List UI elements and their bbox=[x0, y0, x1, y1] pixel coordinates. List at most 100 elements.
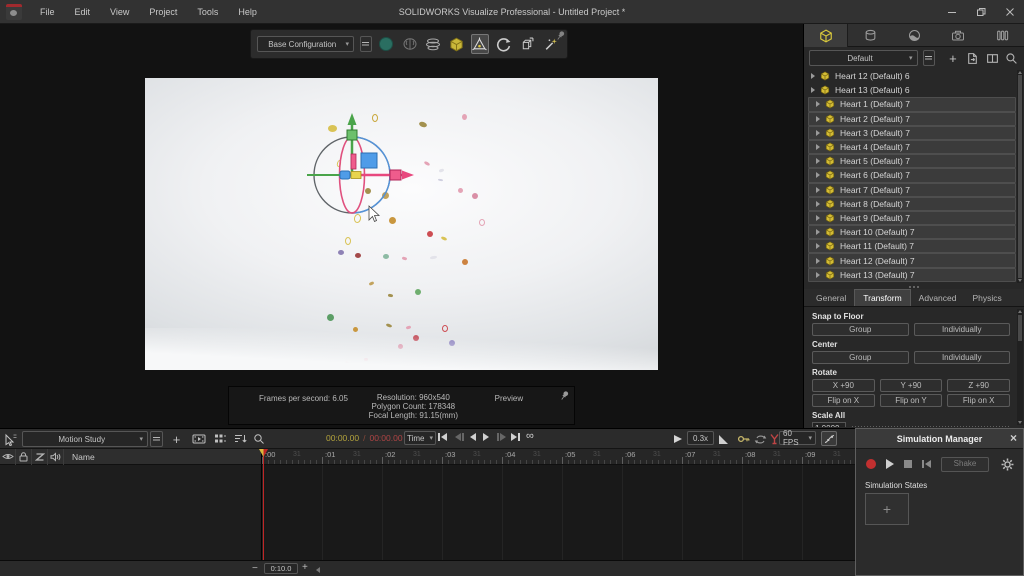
playhead[interactable] bbox=[263, 449, 264, 560]
model-tree-item[interactable]: Heart 13 (Default) 6 bbox=[804, 83, 1016, 97]
step-forward-button[interactable] bbox=[497, 433, 506, 441]
stop-simulation-button[interactable] bbox=[904, 460, 912, 468]
animation-curves-button[interactable] bbox=[821, 431, 837, 446]
motion-study-dropdown[interactable]: Motion Study ▾ bbox=[22, 431, 148, 447]
model-cube-icon[interactable] bbox=[448, 34, 465, 54]
sort-order-icon[interactable] bbox=[232, 431, 249, 447]
model-tree-item[interactable]: Heart 11 (Default) 7 bbox=[808, 239, 1016, 254]
model-tree-item[interactable]: Heart 13 (Default) 7 bbox=[808, 267, 1016, 282]
search-icon[interactable] bbox=[1004, 50, 1019, 66]
scale-slider[interactable] bbox=[852, 424, 1010, 427]
model-tree-item[interactable]: Heart 5 (Default) 7 bbox=[808, 154, 1016, 169]
configuration-menu-button[interactable] bbox=[359, 36, 372, 52]
tree-scrollbar[interactable] bbox=[1017, 70, 1023, 283]
add-simulation-state-button[interactable]: + bbox=[865, 493, 909, 525]
expand-caret-icon[interactable] bbox=[816, 144, 820, 151]
transform-button[interactable]: Individually bbox=[913, 351, 1010, 364]
cameras-tab-icon[interactable] bbox=[936, 24, 980, 47]
viewport-3d[interactable] bbox=[145, 78, 658, 370]
gizmo-z-handle[interactable] bbox=[350, 153, 357, 170]
record-button[interactable] bbox=[866, 459, 876, 469]
expand-caret-icon[interactable] bbox=[816, 172, 820, 179]
expand-caret-icon[interactable] bbox=[816, 243, 820, 250]
play-backward-button[interactable] bbox=[470, 433, 476, 441]
zoom-out-button[interactable]: − bbox=[252, 563, 258, 574]
reset-simulation-button[interactable] bbox=[922, 460, 931, 468]
expand-caret-icon[interactable] bbox=[816, 214, 820, 221]
gizmo-y-handle[interactable] bbox=[346, 129, 358, 141]
playback-range-icon[interactable] bbox=[674, 435, 682, 443]
step-back-button[interactable] bbox=[455, 433, 464, 441]
model-tree-item[interactable]: Heart 7 (Default) 7 bbox=[808, 182, 1016, 197]
keyframe-grid-icon[interactable] bbox=[212, 431, 229, 447]
model-set-dropdown[interactable]: Default ▾ bbox=[809, 50, 918, 66]
zoom-in-button[interactable]: + bbox=[302, 562, 308, 573]
model-tree-item[interactable]: Heart 10 (Default) 7 bbox=[808, 225, 1016, 240]
menu-item[interactable]: Tools bbox=[187, 0, 228, 24]
split-view-icon[interactable] bbox=[985, 50, 1000, 66]
minimize-button[interactable] bbox=[937, 0, 966, 24]
expand-caret-icon[interactable] bbox=[816, 271, 820, 278]
gizmo-x-handle[interactable] bbox=[389, 169, 402, 181]
scale-cube-icon[interactable] bbox=[518, 34, 535, 54]
model-tree-item[interactable]: Heart 12 (Default) 6 bbox=[804, 69, 1016, 83]
appearance-stack-icon[interactable] bbox=[424, 34, 441, 54]
render-circle-icon[interactable] bbox=[378, 34, 395, 54]
menu-item[interactable]: File bbox=[30, 0, 65, 24]
transform-button[interactable]: Z +90 bbox=[947, 379, 1011, 392]
menu-item[interactable]: Edit bbox=[65, 0, 101, 24]
expand-caret-icon[interactable] bbox=[816, 129, 820, 136]
visibility-eye-icon[interactable] bbox=[0, 448, 16, 465]
play-simulation-button[interactable] bbox=[886, 459, 894, 469]
select-keyframes-icon[interactable] bbox=[2, 431, 19, 447]
render-animation-icon[interactable] bbox=[190, 431, 207, 447]
gizmo-y-arrow[interactable] bbox=[347, 113, 357, 125]
model-tree-item[interactable]: Heart 9 (Default) 7 bbox=[808, 210, 1016, 226]
play-button[interactable] bbox=[483, 433, 489, 441]
gizmo-free-handle[interactable] bbox=[339, 170, 351, 180]
properties-tab[interactable]: Physics bbox=[964, 290, 1009, 306]
model-tree-item[interactable]: Heart 8 (Default) 7 bbox=[808, 196, 1016, 211]
menu-item[interactable]: Project bbox=[139, 0, 187, 24]
model-tree-item[interactable]: Heart 1 (Default) 7 bbox=[808, 97, 1016, 112]
expand-caret-icon[interactable] bbox=[816, 229, 820, 236]
close-icon[interactable]: × bbox=[1010, 431, 1017, 445]
expand-caret-icon[interactable] bbox=[811, 87, 815, 94]
transform-gizmo[interactable] bbox=[282, 105, 422, 255]
import-icon[interactable] bbox=[965, 50, 980, 66]
appearances-tab-icon[interactable] bbox=[848, 24, 892, 47]
mute-icon[interactable] bbox=[48, 448, 64, 465]
fps-dropdown[interactable]: 60 FPS ▾ bbox=[779, 429, 816, 447]
lock-icon[interactable] bbox=[16, 448, 32, 465]
properties-tab[interactable]: General bbox=[808, 290, 854, 306]
expand-caret-icon[interactable] bbox=[816, 158, 820, 165]
go-to-start-button[interactable] bbox=[438, 433, 447, 441]
expand-caret-icon[interactable] bbox=[816, 257, 820, 264]
transform-button[interactable]: X +90 bbox=[812, 379, 875, 392]
properties-tab[interactable]: Advanced bbox=[911, 290, 965, 306]
configuration-dropdown[interactable]: Base Configuration ▾ bbox=[257, 36, 354, 52]
expand-caret-icon[interactable] bbox=[816, 186, 820, 193]
model-tree-item[interactable]: Heart 3 (Default) 7 bbox=[808, 125, 1016, 140]
gizmo-x-arrow[interactable] bbox=[402, 170, 414, 180]
menu-item[interactable]: View bbox=[100, 0, 139, 24]
properties-scrollbar[interactable] bbox=[1017, 309, 1023, 425]
scroll-left-arrow-icon[interactable] bbox=[316, 567, 320, 573]
model-tree-item[interactable]: Heart 6 (Default) 7 bbox=[808, 168, 1016, 183]
menu-item[interactable]: Help bbox=[228, 0, 267, 24]
transform-button[interactable]: Group bbox=[812, 351, 909, 364]
environments-tab-icon[interactable] bbox=[892, 24, 936, 47]
gizmo-center-handle[interactable] bbox=[350, 171, 362, 179]
transform-button[interactable]: Individually bbox=[913, 323, 1010, 336]
gizmo-plane-handle[interactable] bbox=[360, 152, 378, 169]
close-button[interactable] bbox=[995, 0, 1024, 24]
speed-ramp-icon[interactable] bbox=[719, 435, 728, 444]
scale-value-field[interactable]: 1.0000 bbox=[812, 422, 846, 427]
expand-caret-icon[interactable] bbox=[816, 101, 820, 108]
restore-button[interactable] bbox=[966, 0, 995, 24]
model-set-menu-button[interactable] bbox=[922, 50, 935, 66]
add-motion-study-button[interactable]: + bbox=[168, 431, 185, 447]
go-to-end-button[interactable] bbox=[511, 433, 520, 441]
expand-caret-icon[interactable] bbox=[816, 200, 820, 207]
model-tree-item[interactable]: Heart 2 (Default) 7 bbox=[808, 111, 1016, 126]
